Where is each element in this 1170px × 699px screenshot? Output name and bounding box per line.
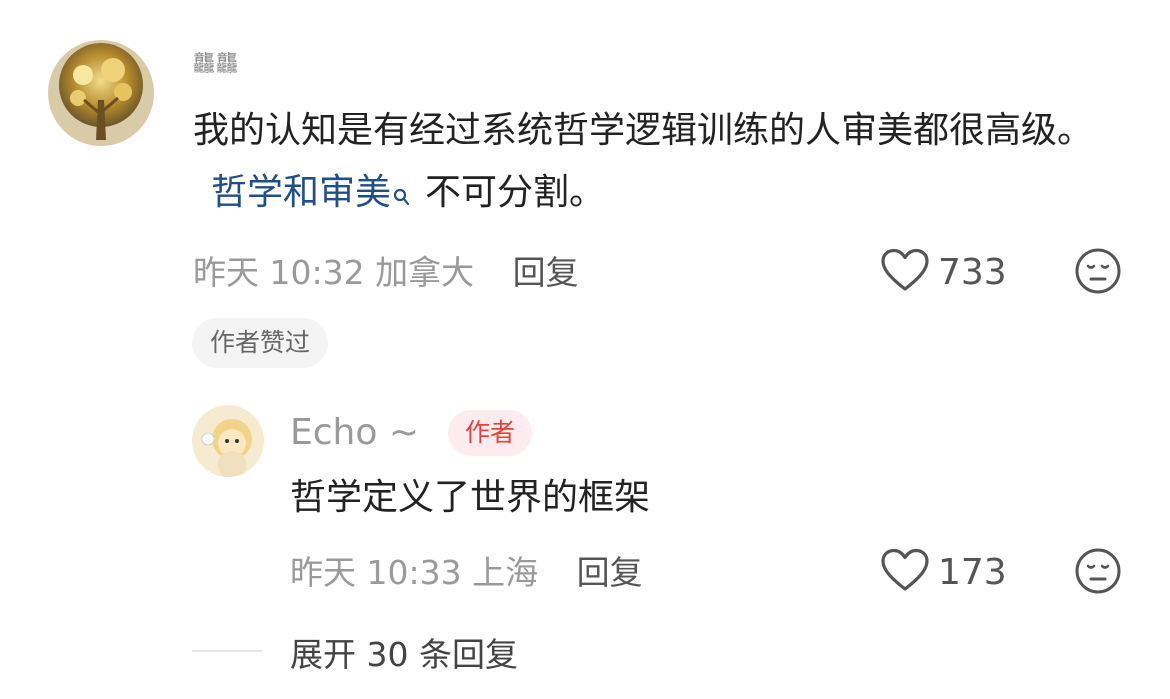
comment-body-tail: 不可分割。 bbox=[425, 172, 606, 213]
commenter-avatar[interactable] bbox=[48, 40, 154, 146]
heart-icon bbox=[880, 248, 930, 296]
reply-text: 哲学定义了世界的框架 bbox=[290, 477, 651, 518]
liked-by-author-badge: 作者赞过 bbox=[192, 318, 329, 368]
reply-avatar[interactable] bbox=[192, 405, 264, 477]
neutral-face-icon[interactable] bbox=[1074, 247, 1122, 295]
like-count: 733 bbox=[938, 251, 1007, 293]
topic-link-label[interactable]: 哲学和审美 bbox=[211, 172, 391, 213]
reply-button[interactable]: 回复 bbox=[513, 253, 579, 292]
like-count: 173 bbox=[938, 551, 1007, 593]
heart-icon bbox=[880, 548, 930, 596]
comment-location: 加拿大 bbox=[375, 253, 475, 292]
reply-time: 昨天 10:33 bbox=[290, 553, 462, 592]
neutral-face-icon[interactable] bbox=[1074, 547, 1122, 595]
comment-time: 昨天 10:32 bbox=[193, 253, 365, 292]
like-button[interactable]: 173 bbox=[880, 548, 1007, 596]
reply-button[interactable]: 回复 bbox=[577, 553, 643, 592]
reply-meta: 昨天 10:33 上海 回复 bbox=[290, 546, 643, 594]
commenter-username[interactable]: 龘龘 bbox=[193, 46, 239, 78]
divider bbox=[192, 650, 262, 652]
comment-body: 我的认知是有经过系统哲学逻辑训练的人审美都很高级。 bbox=[193, 110, 1094, 151]
reply-username[interactable]: Echo ~ bbox=[290, 412, 419, 453]
like-button[interactable]: 733 bbox=[880, 248, 1007, 296]
author-badge: 作者 bbox=[448, 410, 533, 456]
reply-location: 上海 bbox=[472, 553, 539, 592]
search-icon bbox=[393, 168, 411, 230]
comment-meta: 昨天 10:32 加拿大 回复 bbox=[193, 246, 579, 294]
comment-text: 我的认知是有经过系统哲学逻辑训练的人审美都很高级。哲学和审美 不可分割。 bbox=[193, 100, 1123, 230]
topic-link[interactable]: 哲学和审美 bbox=[211, 172, 425, 213]
expand-replies-button[interactable]: 展开 30 条回复 bbox=[290, 628, 518, 676]
